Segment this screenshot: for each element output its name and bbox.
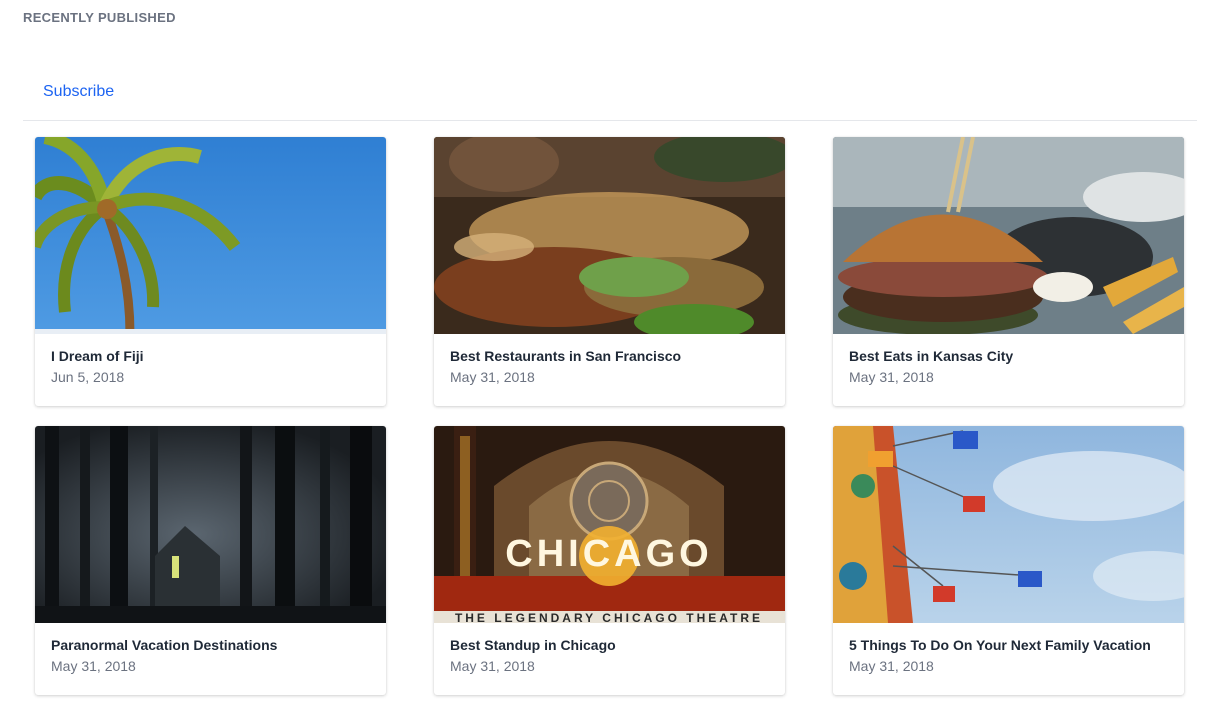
post-date: Jun 5, 2018 [51, 369, 125, 385]
post-title[interactable]: Best Eats in Kansas City [849, 348, 1168, 365]
post-card-restaurants[interactable]: Best Restaurants in San Francisco May 31… [434, 137, 785, 406]
divider [23, 120, 1197, 121]
chicago-sign-text: CHICAGO [505, 533, 712, 575]
post-card-paranormal[interactable]: Paranormal Vacation Destinations May 31,… [35, 426, 386, 695]
swing-carousel-photo[interactable] [833, 426, 1184, 623]
post-title[interactable]: Paranormal Vacation Destinations [51, 637, 370, 654]
post-card-kansas-city[interactable]: Best Eats in Kansas City May 31, 2018 [833, 137, 1184, 406]
dark-forest-house-photo[interactable] [35, 426, 386, 623]
post-title[interactable]: 5 Things To Do On Your Next Family Vacat… [849, 637, 1168, 654]
chicago-theatre-photo[interactable]: CHICAGO THE LEGENDARY CHICAGO THEATRE [434, 426, 785, 623]
theatre-banner-text: THE LEGENDARY CHICAGO THEATRE [455, 611, 763, 623]
post-date: May 31, 2018 [849, 369, 934, 385]
post-card-fiji[interactable]: I Dream of Fiji Jun 5, 2018 [35, 137, 386, 406]
post-date: May 31, 2018 [450, 369, 535, 385]
subscribe-link[interactable]: Subscribe [43, 83, 114, 101]
recently-published-page: RECENTLY PUBLISHED Subscribe I Dream of … [0, 0, 1220, 705]
post-title[interactable]: I Dream of Fiji [51, 348, 370, 365]
post-title[interactable]: Best Standup in Chicago [450, 637, 769, 654]
post-title[interactable]: Best Restaurants in San Francisco [450, 348, 769, 365]
restaurant-food-photo[interactable] [434, 137, 785, 334]
section-title: RECENTLY PUBLISHED [23, 10, 176, 25]
palm-tree-photo[interactable] [35, 137, 386, 334]
burger-photo[interactable] [833, 137, 1184, 334]
post-date: May 31, 2018 [51, 658, 136, 674]
post-card-family-vacation[interactable]: 5 Things To Do On Your Next Family Vacat… [833, 426, 1184, 695]
post-card-chicago[interactable]: CHICAGO THE LEGENDARY CHICAGO THEATRE Be… [434, 426, 785, 695]
post-grid: I Dream of Fiji Jun 5, 2018 Best Restaur… [35, 137, 1184, 695]
post-date: May 31, 2018 [450, 658, 535, 674]
post-date: May 31, 2018 [849, 658, 934, 674]
